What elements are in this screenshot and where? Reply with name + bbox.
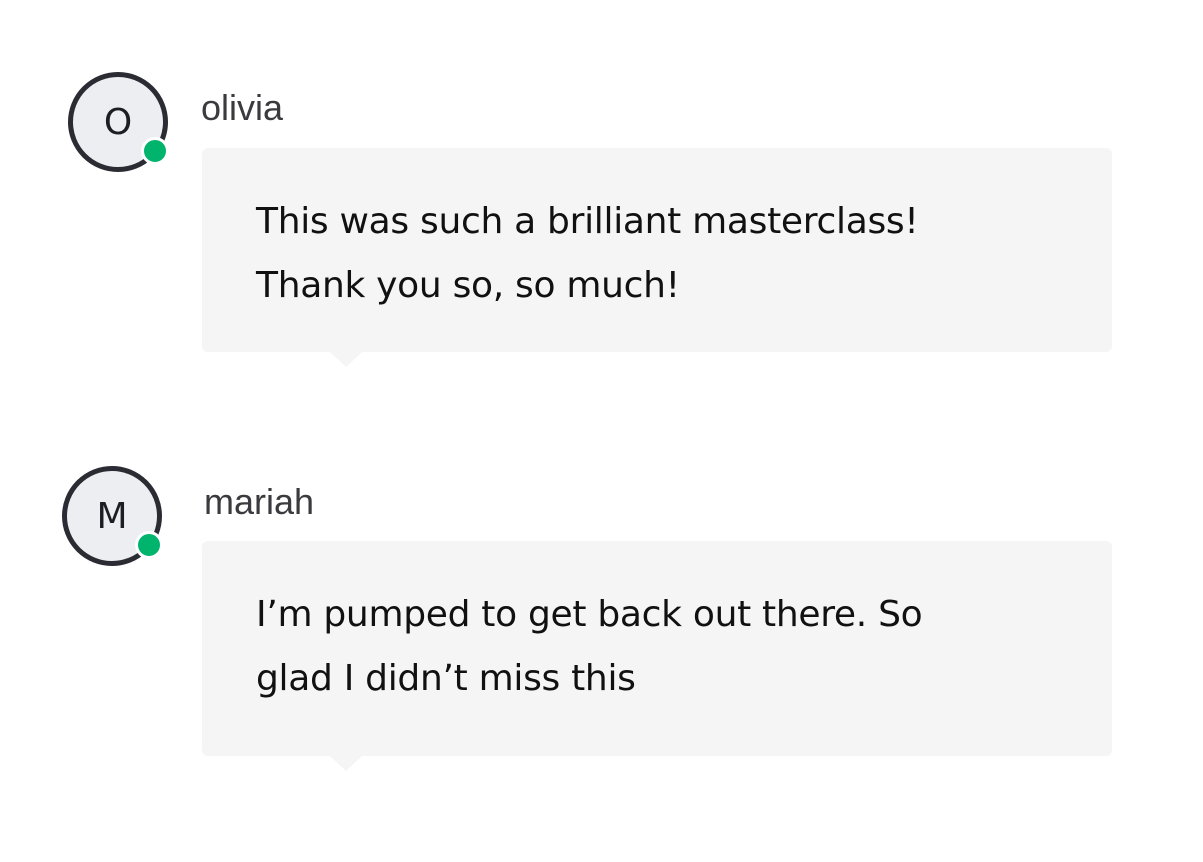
avatar-initial: M bbox=[96, 495, 128, 537]
bubble-tail-icon bbox=[330, 352, 362, 367]
online-status-icon bbox=[135, 531, 163, 559]
message-text-line: glad I didn’t miss this bbox=[256, 658, 636, 699]
username[interactable]: mariah bbox=[204, 482, 314, 522]
online-status-icon bbox=[141, 137, 169, 165]
bubble-tail-icon bbox=[330, 756, 362, 771]
message-text-line: I’m pumped to get back out there. So bbox=[256, 594, 923, 635]
avatar-initial: O bbox=[103, 101, 133, 143]
username[interactable]: olivia bbox=[201, 88, 283, 128]
message-text-line: Thank you so, so much! bbox=[256, 265, 680, 306]
avatar[interactable]: O bbox=[68, 72, 169, 172]
avatar[interactable]: M bbox=[62, 466, 163, 566]
message-bubble: I’m pumped to get back out there. So gla… bbox=[202, 541, 1112, 771]
message-bubble: This was such a brilliant masterclass! T… bbox=[202, 148, 1112, 367]
message-text-line: This was such a brilliant masterclass! bbox=[256, 201, 919, 242]
